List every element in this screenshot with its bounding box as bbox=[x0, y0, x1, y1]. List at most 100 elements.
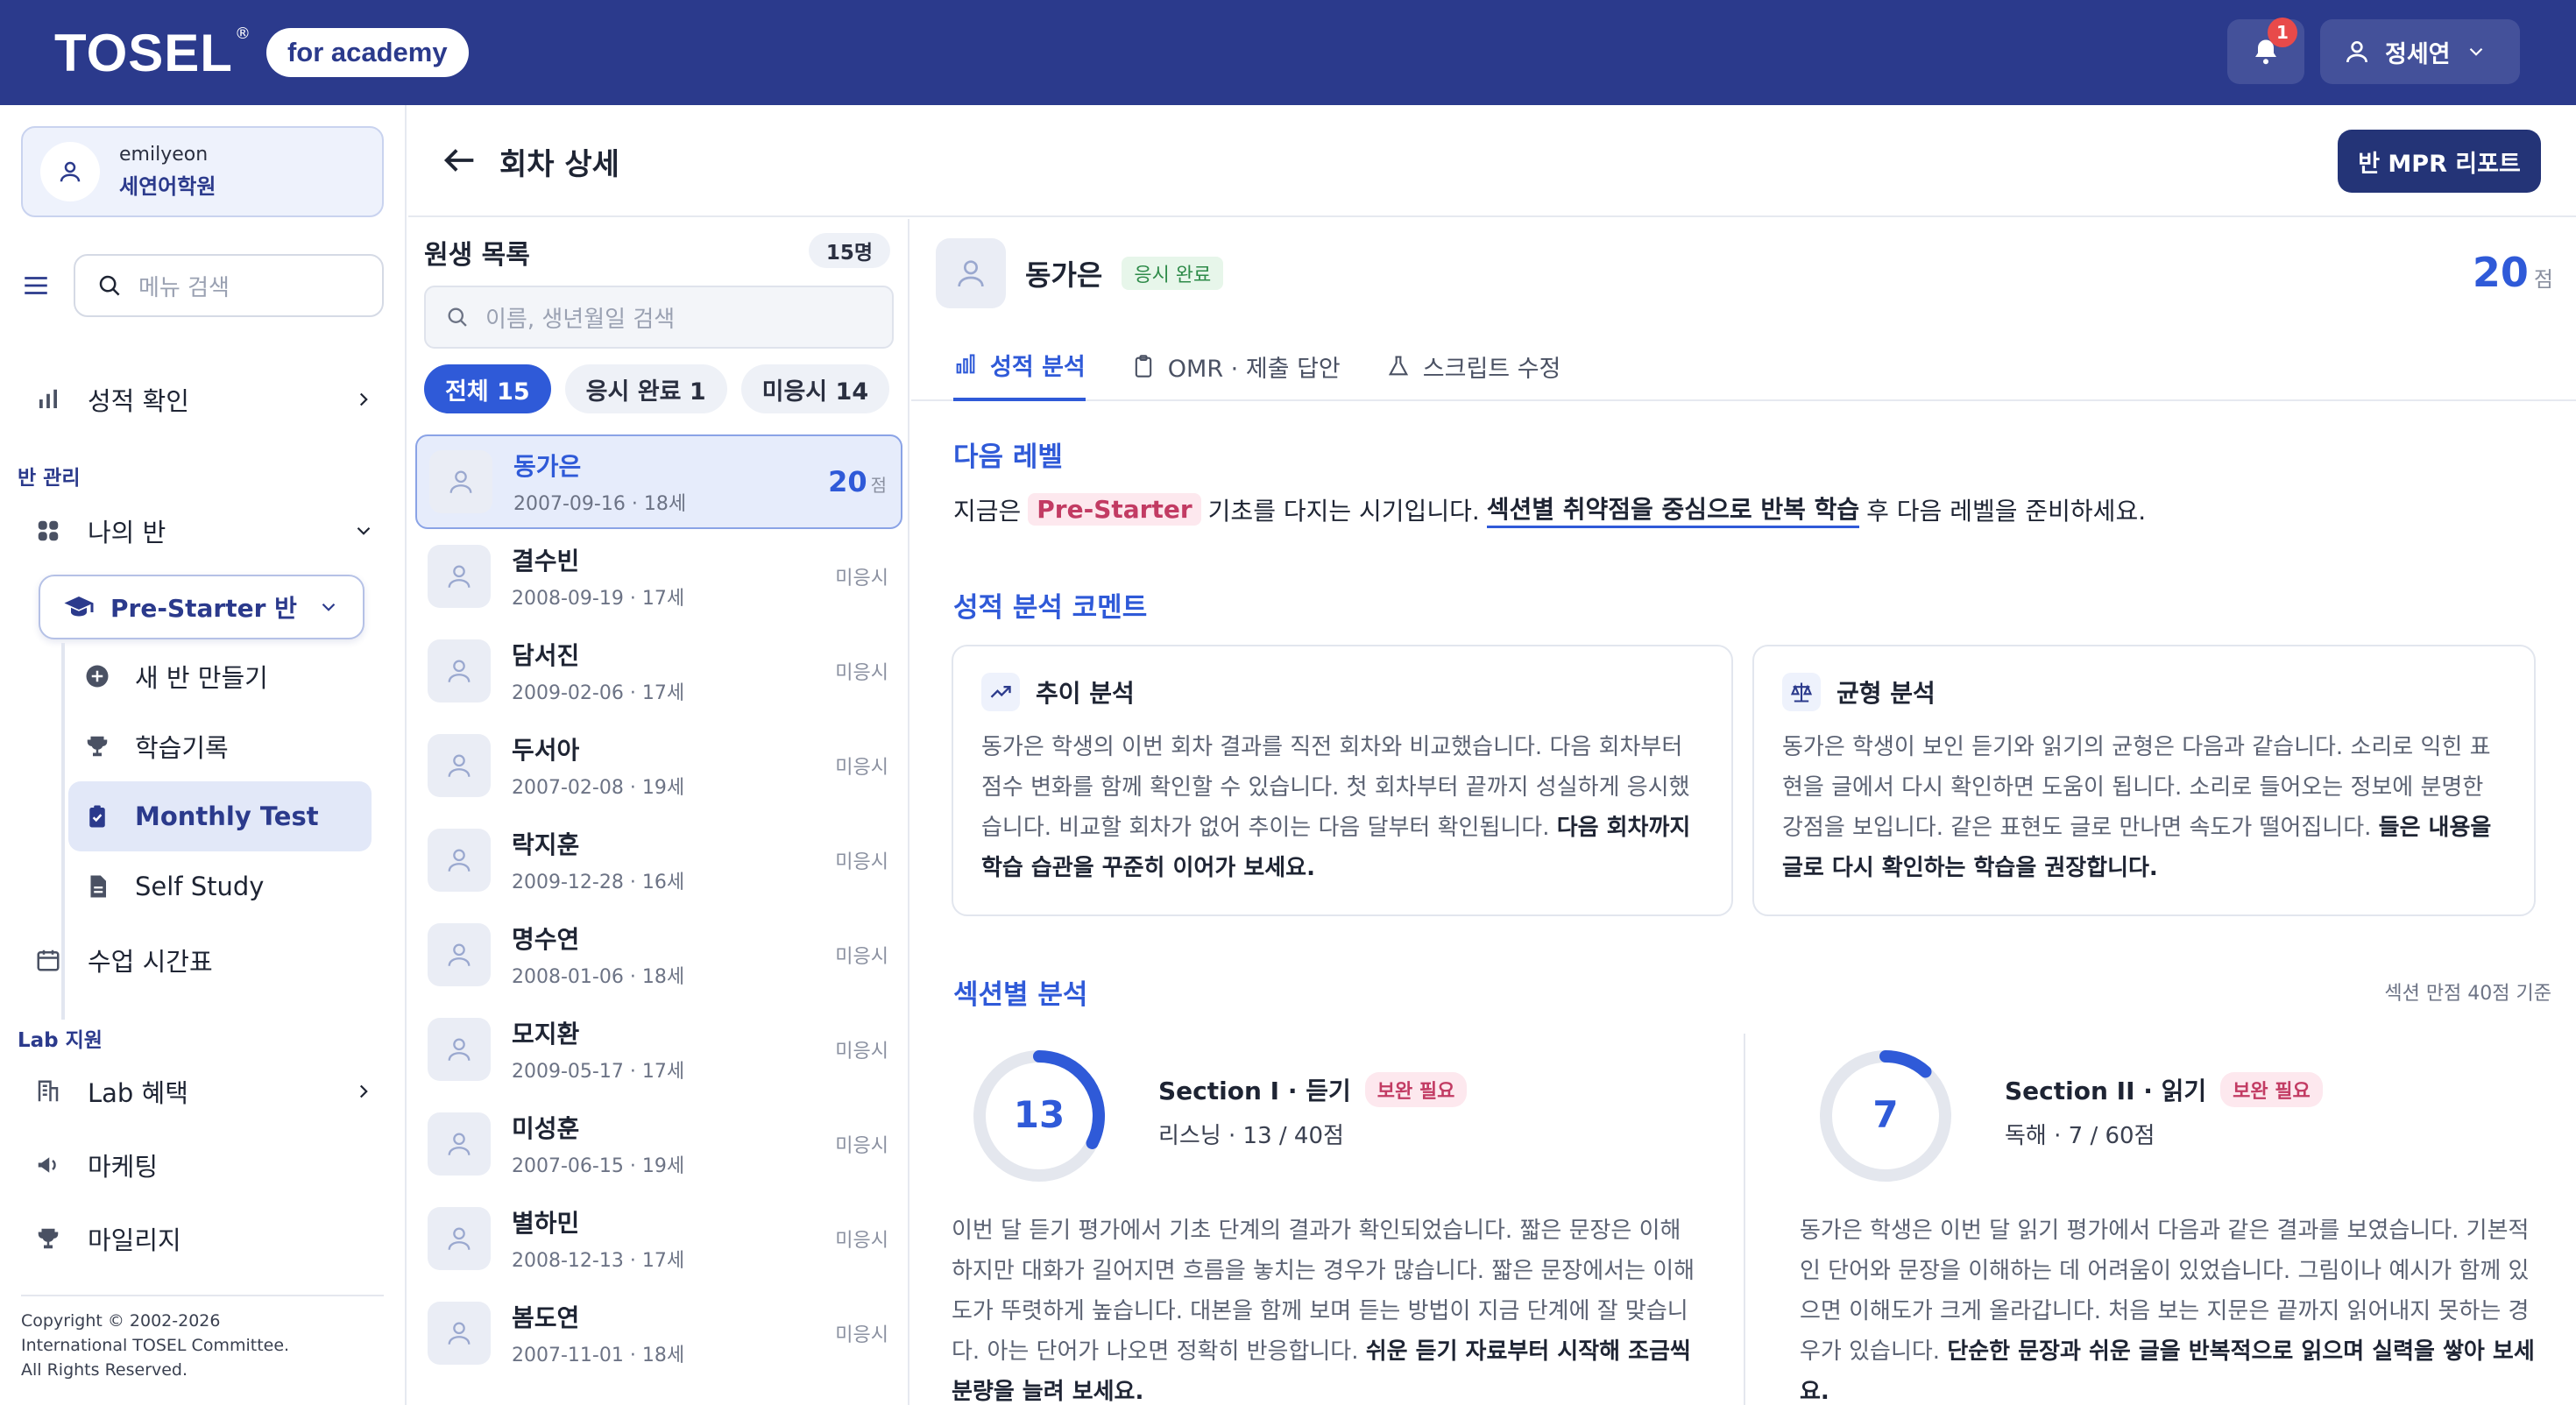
student-name: 두서아 bbox=[512, 736, 580, 765]
student-list-title: 원생 목록 bbox=[424, 240, 530, 271]
tab-omr[interactable]: OMR · 제출 답안 bbox=[1131, 331, 1341, 401]
student-row[interactable]: 미성훈 2007-06-15 · 19세 미응시 bbox=[415, 1097, 902, 1191]
user-icon bbox=[448, 1038, 471, 1061]
chevron-down-icon bbox=[322, 603, 336, 611]
nav-lab-benefit[interactable]: Lab 혜택 bbox=[35, 1063, 382, 1119]
chevron-right-icon bbox=[359, 1084, 368, 1098]
section-listening: 13 Section I · 듣기 보완 필요 리스닝 · 13 / 40점 bbox=[969, 1046, 1723, 1204]
mpr-report-button[interactable]: 반 MPR 리포트 bbox=[2338, 130, 2541, 193]
class-selector[interactable]: Pre-Starter 반 bbox=[39, 575, 364, 639]
section-name: Section I · 듣기 보완 필요 bbox=[1158, 1072, 1468, 1107]
tab-score-analysis[interactable]: 성적 분석 bbox=[953, 331, 1086, 401]
document-icon bbox=[90, 875, 106, 898]
student-row[interactable]: 동가은 2007-09-16 · 18세 20 점 bbox=[415, 434, 902, 529]
next-level-title: 다음 레벨 bbox=[953, 441, 1063, 473]
back-arrow-icon[interactable] bbox=[440, 140, 480, 180]
filter-all[interactable]: 전체 15 bbox=[424, 364, 551, 413]
sub-new-class[interactable]: 새 반 만들기 bbox=[68, 641, 372, 711]
student-list-panel: 원생 목록 15명 이름, 생년월일 검색 전체 15 응시 완료 1 미응시 … bbox=[408, 219, 909, 1405]
academy-name: 세연어학원 bbox=[119, 174, 216, 199]
student-row[interactable]: 명수연 2008-01-06 · 18세 미응시 bbox=[415, 907, 902, 1002]
nav-marketing[interactable]: 마케팅 bbox=[35, 1137, 382, 1193]
section-name: Section II · 읽기 보완 필요 bbox=[2005, 1072, 2323, 1107]
ring-score-text: 13 bbox=[1014, 1093, 1065, 1136]
nav-score-check-label: 성적 확인 bbox=[88, 386, 189, 416]
nav-timetable[interactable]: 수업 시간표 bbox=[35, 932, 382, 988]
sidebar: emilyeon 세연어학원 메뉴 검색 성적 확인 반 관리 나의 반 Pre… bbox=[0, 105, 407, 1405]
student-score-unit: 점 bbox=[870, 475, 887, 496]
tab-score-analysis-label: 성적 분석 bbox=[990, 353, 1086, 381]
student-meta: 2009-12-28 · 16세 bbox=[512, 872, 685, 893]
student-row[interactable]: 봄도연 2007-11-01 · 18세 미응시 bbox=[415, 1286, 902, 1380]
sub-self-study[interactable]: Self Study bbox=[68, 851, 372, 921]
section-name-label: Section II · 읽기 bbox=[2005, 1077, 2207, 1105]
tab-script-edit-label: 스크립트 수정 bbox=[1422, 355, 1561, 383]
sidebar-divider bbox=[21, 1295, 384, 1296]
building-icon bbox=[38, 1080, 59, 1102]
comment-title: 성적 분석 코멘트 bbox=[953, 592, 1148, 624]
avatar bbox=[428, 639, 491, 702]
section-lab: Lab 지원 bbox=[18, 1029, 103, 1052]
notification-button[interactable]: 1 bbox=[2227, 18, 2304, 84]
student-name: 미성훈 bbox=[512, 1114, 580, 1143]
user-icon bbox=[448, 1322, 471, 1345]
trophy-icon bbox=[38, 1228, 59, 1249]
page-title: 회차 상세 bbox=[499, 147, 619, 182]
nav-my-class[interactable]: 나의 반 bbox=[35, 503, 382, 559]
logo[interactable]: TOSEL ® for academy bbox=[54, 19, 469, 86]
student-meta: 2009-05-17 · 17세 bbox=[512, 1061, 685, 1083]
tab-omr-label: OMR · 제출 답안 bbox=[1167, 355, 1341, 383]
user-menu-button[interactable]: 정세연 bbox=[2320, 19, 2520, 84]
bar-chart-icon bbox=[956, 354, 975, 374]
trend-analysis-title: 추이 분석 bbox=[1036, 679, 1135, 708]
filter-completed[interactable]: 응시 완료 1 bbox=[564, 364, 727, 413]
hamburger-icon[interactable] bbox=[21, 271, 51, 300]
student-row[interactable]: 모지환 2009-05-17 · 17세 미응시 bbox=[415, 1002, 902, 1097]
filter-not-taken[interactable]: 미응시 14 bbox=[740, 364, 890, 413]
tab-script-edit[interactable]: 스크립트 수정 bbox=[1386, 331, 1561, 401]
nav-score-check[interactable]: 성적 확인 bbox=[35, 371, 382, 427]
detail-score-unit: 점 bbox=[2533, 267, 2553, 292]
search-icon bbox=[99, 275, 120, 296]
avatar bbox=[429, 450, 492, 513]
copyright-line: All Rights Reserved. bbox=[21, 1360, 188, 1380]
account-card[interactable]: emilyeon 세연어학원 bbox=[21, 126, 384, 217]
avatar bbox=[40, 142, 100, 201]
avatar bbox=[428, 829, 491, 892]
section-analysis-title: 섹션별 분석 bbox=[953, 979, 1088, 1011]
bar-chart-icon bbox=[39, 389, 57, 408]
trophy-icon bbox=[87, 736, 108, 757]
student-row[interactable]: 락지훈 2009-12-28 · 16세 미응시 bbox=[415, 813, 902, 907]
section-divider bbox=[1744, 1034, 1745, 1405]
student-name: 모지환 bbox=[512, 1020, 580, 1048]
student-name: 담서진 bbox=[512, 641, 580, 670]
sub-learning-record[interactable]: 학습기록 bbox=[68, 711, 372, 781]
student-search-placeholder: 이름, 생년월일 검색 bbox=[485, 306, 676, 333]
student-row[interactable]: 별하민 2008-12-13 · 17세 미응시 bbox=[415, 1191, 902, 1286]
student-name: 별하민 bbox=[512, 1209, 580, 1238]
user-icon bbox=[449, 470, 472, 493]
nav-mileage[interactable]: 마일리지 bbox=[35, 1211, 382, 1267]
chevron-right-icon bbox=[359, 392, 368, 406]
student-row[interactable]: 담서진 2009-02-06 · 17세 미응시 bbox=[415, 624, 902, 718]
logo-text: TOSEL bbox=[54, 23, 233, 82]
flask-icon bbox=[1388, 356, 1408, 376]
student-meta: 2008-01-06 · 18세 bbox=[512, 966, 685, 988]
graduation-cap-icon bbox=[64, 597, 94, 617]
chevron-down-icon bbox=[357, 526, 371, 535]
menu-row: 메뉴 검색 bbox=[21, 252, 384, 319]
balance-analysis-card: 균형 분석 동가은 학생이 보인 듣기와 읽기의 균형은 다음과 같습니다. 소… bbox=[1752, 645, 2536, 916]
next-level-strong: 섹션별 취약점을 중심으로 반복 학습 bbox=[1486, 491, 1860, 528]
student-row[interactable]: 두서아 2007-02-08 · 19세 미응시 bbox=[415, 718, 902, 813]
student-meta: 2009-02-06 · 17세 bbox=[512, 682, 685, 704]
nav-mileage-label: 마일리지 bbox=[88, 1225, 181, 1255]
next-level-mid: 기초를 다지는 시기입니다. bbox=[1207, 496, 1480, 526]
sub-monthly-test[interactable]: Monthly Test bbox=[68, 781, 372, 851]
student-search-input[interactable]: 이름, 생년월일 검색 bbox=[424, 286, 894, 349]
menu-search-input[interactable]: 메뉴 검색 bbox=[74, 254, 384, 317]
student-status: 미응시 bbox=[835, 1135, 888, 1157]
section-reading-text: 동가은 학생은 이번 달 읽기 평가에서 다음과 같은 결과를 보였습니다. 기… bbox=[1800, 1211, 2544, 1405]
detail-score-value: 20 bbox=[2472, 249, 2529, 296]
student-row[interactable]: 결수빈 2008-09-19 · 17세 미응시 bbox=[415, 529, 902, 624]
sub-monthly-test-label: Monthly Test bbox=[135, 801, 319, 831]
